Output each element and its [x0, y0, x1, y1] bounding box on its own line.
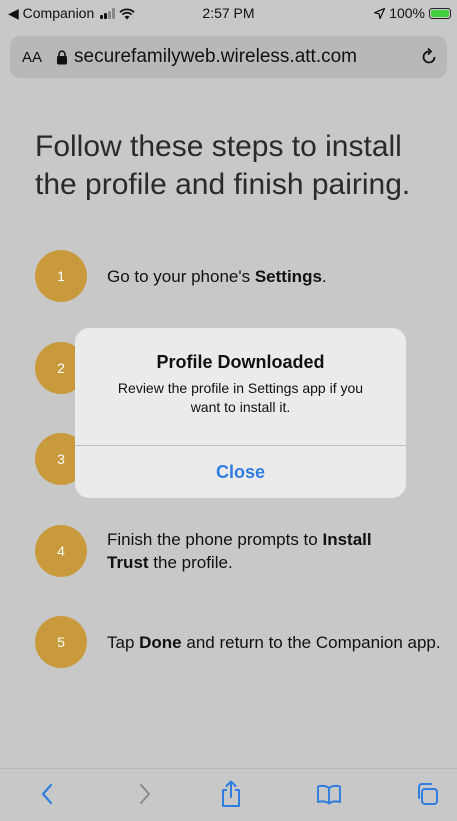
step-number: 5 [35, 616, 87, 668]
battery-percent: 100% [389, 5, 425, 21]
step-4: 4 Finish the phone prompts to Install Tru… [35, 525, 445, 577]
url-field[interactable]: securefamilyweb.wireless.att.com [56, 46, 413, 68]
forward-button[interactable] [130, 779, 160, 809]
step-text: Finish the phone prompts to Install Trust… [107, 530, 372, 572]
address-bar[interactable]: AA securefamilyweb.wireless.att.com [10, 36, 447, 78]
back-icon[interactable] [40, 783, 54, 805]
step-text: Go to your phone's Settings. [107, 266, 327, 286]
bookmarks-button[interactable] [314, 779, 344, 809]
step-5: 5 Tap Done and return to the Companion a… [35, 616, 445, 668]
text-size-button[interactable]: AA [22, 49, 42, 66]
share-icon[interactable] [220, 780, 242, 808]
browser-toolbar [0, 768, 457, 821]
profile-downloaded-alert: Profile Downloaded Review the profile in… [75, 328, 406, 498]
share-button[interactable] [216, 779, 246, 809]
url-text[interactable]: securefamilyweb.wireless.att.com [74, 46, 357, 68]
tabs-icon[interactable] [415, 782, 439, 806]
close-button[interactable]: Close [75, 446, 406, 498]
lock-icon [57, 49, 68, 64]
step-text: Tap Done and return to the Companion app… [107, 632, 441, 652]
back-button[interactable] [32, 779, 62, 809]
reload-icon[interactable] [419, 47, 439, 67]
status-bar: ◀ Companion 2:57 PM 100% [0, 0, 457, 28]
step-number: 1 [35, 250, 87, 302]
location-arrow-icon [374, 7, 386, 19]
page-heading: Follow these steps to install the profil… [35, 130, 411, 201]
alert-title: Profile Downloaded [156, 352, 325, 372]
tabs-button[interactable] [412, 779, 442, 809]
forward-icon[interactable] [138, 783, 152, 805]
bookmarks-icon[interactable] [316, 783, 342, 805]
step-1: 1 Go to your phone's Settings. [35, 250, 445, 302]
step-number: 4 [35, 525, 87, 577]
status-right: 100% [374, 5, 451, 21]
alert-message: Review the profile in Settings app if yo… [117, 380, 364, 415]
battery-icon [429, 7, 451, 19]
